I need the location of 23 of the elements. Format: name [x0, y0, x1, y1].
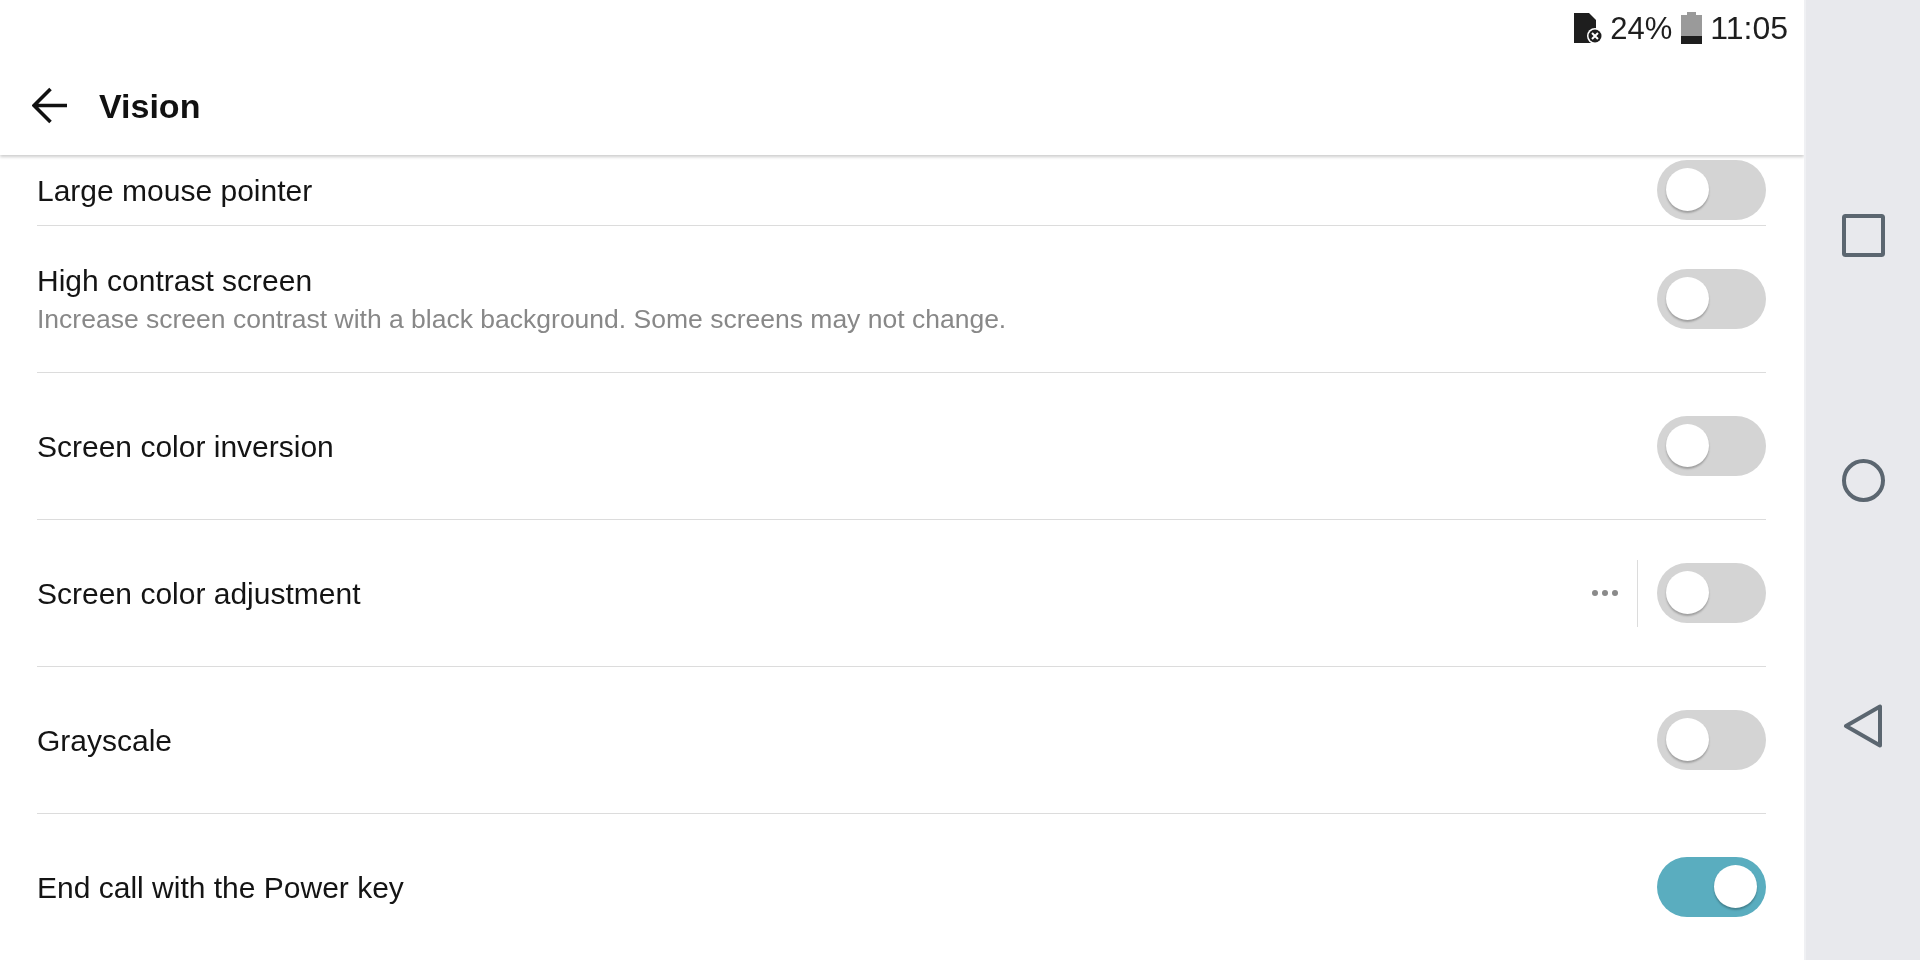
setting-title: Grayscale: [37, 722, 173, 759]
toggle-switch[interactable]: [1657, 416, 1766, 476]
toggle-switch[interactable]: [1657, 269, 1766, 329]
setting-title: End call with the Power key: [37, 869, 404, 906]
battery-percentage: 24%: [1610, 12, 1673, 44]
toggle-switch[interactable]: [1657, 160, 1766, 220]
sim-card-x-icon: [1573, 12, 1604, 44]
setting-title: Large mouse pointer: [37, 172, 313, 209]
setting-description: Increase screen contrast with a black background. Some screens may not change.: [37, 303, 1007, 336]
more-icon[interactable]: [1592, 590, 1618, 596]
setting-title: Screen color inversion: [37, 428, 334, 465]
setting-title: Screen color adjustment: [37, 575, 361, 612]
battery-icon: [1681, 12, 1703, 44]
setting-title: High contrast screen: [37, 263, 314, 299]
toggle-switch[interactable]: [1657, 710, 1766, 770]
toggle-switch[interactable]: [1657, 857, 1766, 917]
toggle-switch[interactable]: [1657, 563, 1766, 623]
back-icon[interactable]: [1843, 704, 1883, 748]
recent-apps-icon[interactable]: [1841, 214, 1885, 257]
clock-time: 11:05: [1710, 12, 1788, 44]
page-title: Vision: [99, 85, 201, 126]
home-icon[interactable]: [1841, 459, 1885, 502]
back-arrow-icon[interactable]: [32, 87, 69, 124]
